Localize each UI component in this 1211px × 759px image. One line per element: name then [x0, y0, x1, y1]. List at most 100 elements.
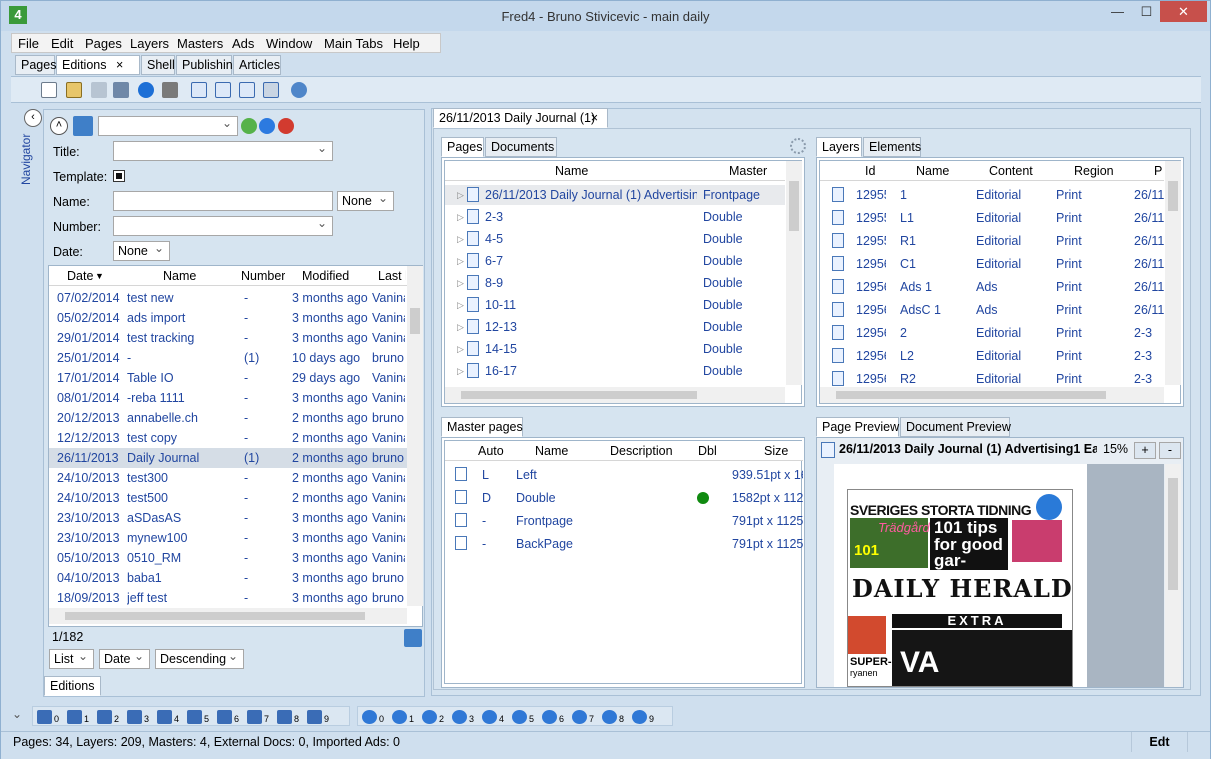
- tab-page-preview[interactable]: Page Preview: [816, 417, 899, 437]
- list-item[interactable]: - BackPage 791pt x 1125pt: [445, 534, 803, 554]
- table-row[interactable]: 20/12/2013 annabelle.ch - 2 months ago bruno: [49, 408, 407, 428]
- tab-layers[interactable]: Layers: [816, 137, 862, 157]
- date-select[interactable]: None: [113, 241, 170, 261]
- tab-document-preview[interactable]: Document Preview: [900, 417, 1011, 437]
- menu-ads[interactable]: Ads: [232, 36, 254, 51]
- menu-help[interactable]: Help: [393, 36, 420, 51]
- menu-layers[interactable]: Layers: [130, 36, 169, 51]
- table-row[interactable]: 12956 R2 Editorial Print 2-3: [820, 369, 1164, 389]
- close-button[interactable]: ✕: [1160, 1, 1207, 22]
- add-icon[interactable]: [259, 118, 275, 134]
- col-size[interactable]: Size: [764, 444, 788, 458]
- col-description[interactable]: Description: [610, 444, 673, 458]
- name-input[interactable]: [113, 191, 333, 211]
- menu-window[interactable]: Window: [266, 36, 312, 51]
- table-row[interactable]: 05/02/2014 ads import - 3 months ago Vanina: [49, 308, 407, 328]
- col-page-name[interactable]: Name: [555, 164, 588, 178]
- editions-hscroll[interactable]: [49, 608, 407, 624]
- table-row[interactable]: 12955 L1 Editorial Print 26/11: [820, 208, 1164, 228]
- table-row[interactable]: 12956 AdsC 1 Ads Print 26/11: [820, 300, 1164, 320]
- expand-arrow-icon[interactable]: ▷: [457, 190, 464, 201]
- expand-arrow-icon[interactable]: ▷: [457, 256, 464, 267]
- list-item[interactable]: L Left 939.51pt x 1630: [445, 465, 803, 485]
- expand-arrow-icon[interactable]: ▷: [457, 366, 464, 377]
- menu-edit[interactable]: Edit: [51, 36, 73, 51]
- template-checkbox[interactable]: [113, 170, 125, 182]
- table-row[interactable]: 12/12/2013 test copy - 2 months ago Vanina: [49, 428, 407, 448]
- tab-editions-bottom[interactable]: Editions: [44, 676, 101, 696]
- navigator-label[interactable]: Navigator: [19, 134, 33, 185]
- layers-vscroll[interactable]: [1165, 161, 1181, 385]
- col-layer-page[interactable]: P: [1154, 164, 1162, 178]
- name-mode-select[interactable]: None: [337, 191, 394, 211]
- col-layer-id[interactable]: Id: [865, 164, 875, 178]
- col-last[interactable]: Last l: [378, 269, 406, 283]
- expand-arrow-icon[interactable]: ▷: [457, 278, 464, 289]
- zoom-in-button[interactable]: +: [1134, 442, 1156, 459]
- tab-editions[interactable]: Editions ×: [56, 55, 140, 75]
- copy-icon[interactable]: [239, 82, 255, 98]
- list-item[interactable]: ▷ 26/11/2013 Daily Journal (1) Advertisin…: [445, 185, 785, 205]
- list-item[interactable]: D Double 1582pt x 1125pt: [445, 488, 803, 508]
- new-file-icon[interactable]: [41, 82, 57, 98]
- table-row[interactable]: 25/01/2014- (1) 10 days ago bruno: [49, 348, 407, 368]
- table-row[interactable]: 23/10/2013 mynew100 - 3 months ago Vanina: [49, 528, 407, 548]
- open-folder-icon[interactable]: [66, 82, 82, 98]
- pages-hscroll[interactable]: [445, 387, 785, 403]
- list-item[interactable]: ▷ 16-17 Double: [445, 361, 785, 381]
- menu-main-tabs[interactable]: Main Tabs: [324, 36, 383, 51]
- expand-bottom-icon[interactable]: ⌄: [12, 707, 22, 721]
- tab-elements[interactable]: Elements: [863, 137, 921, 157]
- menu-masters[interactable]: Masters: [177, 36, 223, 51]
- col-layer-region[interactable]: Region: [1074, 164, 1114, 178]
- menu-file[interactable]: File: [18, 36, 39, 51]
- cancel-icon[interactable]: [138, 82, 154, 98]
- list-item[interactable]: ▷ 2-3 Double: [445, 207, 785, 227]
- expand-arrow-icon[interactable]: ▷: [457, 212, 464, 223]
- table-row[interactable]: 12956 2 Editorial Print 2-3: [820, 323, 1164, 343]
- save-icon[interactable]: [91, 82, 107, 98]
- list-item[interactable]: ▷ 14-15 Double: [445, 339, 785, 359]
- table-row[interactable]: 18/09/2013 jeff test - 3 months ago bruno: [49, 588, 407, 608]
- col-page-master[interactable]: Master: [729, 164, 767, 178]
- list-item[interactable]: - Frontpage 791pt x 1125pt: [445, 511, 803, 531]
- layers-hscroll[interactable]: [820, 387, 1164, 403]
- list-item[interactable]: ▷ 8-9 Double: [445, 273, 785, 293]
- paste-icon[interactable]: [263, 82, 279, 98]
- table-row[interactable]: 23/10/2013 aSDasAS - 3 months ago Vanina: [49, 508, 407, 528]
- table-row[interactable]: 26/11/2013 Daily Journal (1) 2 months ago br…: [49, 448, 407, 468]
- apply-icon[interactable]: [241, 118, 257, 134]
- table-row[interactable]: 12956 C1 Editorial Print 26/11: [820, 254, 1164, 274]
- view-mode-select[interactable]: List: [49, 649, 94, 669]
- collapse-navigator-icon[interactable]: ‹: [24, 109, 42, 127]
- settings-gear-icon[interactable]: [790, 138, 806, 154]
- editions-vscroll[interactable]: [407, 266, 423, 606]
- tab-documents[interactable]: Documents: [485, 137, 557, 157]
- table-row[interactable]: 08/01/2014 -reba 1111 - 3 months ago Vanina: [49, 388, 407, 408]
- list-item[interactable]: ▷ 6-7 Double: [445, 251, 785, 271]
- sort-field-select[interactable]: Date: [99, 649, 150, 669]
- tab-shell[interactable]: Shell: [141, 55, 175, 75]
- expand-arrow-icon[interactable]: ▷: [457, 300, 464, 311]
- expand-arrow-icon[interactable]: ▷: [457, 234, 464, 245]
- minimize-button[interactable]: —: [1102, 1, 1133, 22]
- col-name[interactable]: Name: [163, 269, 196, 283]
- table-row[interactable]: 07/02/2014 test new - 3 months ago Vanina: [49, 288, 407, 308]
- table-row[interactable]: 12955 1 Editorial Print 26/11: [820, 185, 1164, 205]
- list-item[interactable]: ▷ 4-5 Double: [445, 229, 785, 249]
- col-date[interactable]: Date: [67, 269, 93, 283]
- doc-tab-close-icon[interactable]: ×: [591, 111, 598, 125]
- collapse-filter-icon[interactable]: ˄: [50, 117, 68, 135]
- table-row[interactable]: 12955 R1 Editorial Print 26/11: [820, 231, 1164, 251]
- tab-publishing[interactable]: Publishing: [176, 55, 240, 75]
- add-page-icon[interactable]: [191, 82, 207, 98]
- expand-arrow-icon[interactable]: ▷: [457, 322, 464, 333]
- remove-icon[interactable]: [278, 118, 294, 134]
- table-row[interactable]: 24/10/2013 test300 - 2 months ago Vanina: [49, 468, 407, 488]
- title-select[interactable]: [113, 141, 333, 161]
- print-icon[interactable]: [162, 82, 178, 98]
- maximize-button[interactable]: ☐: [1131, 1, 1162, 22]
- col-layer-name[interactable]: Name: [916, 164, 949, 178]
- table-row[interactable]: 05/10/2013 0510_RM - 3 months ago Vanina: [49, 548, 407, 568]
- tab-editions-close-icon[interactable]: ×: [116, 58, 123, 72]
